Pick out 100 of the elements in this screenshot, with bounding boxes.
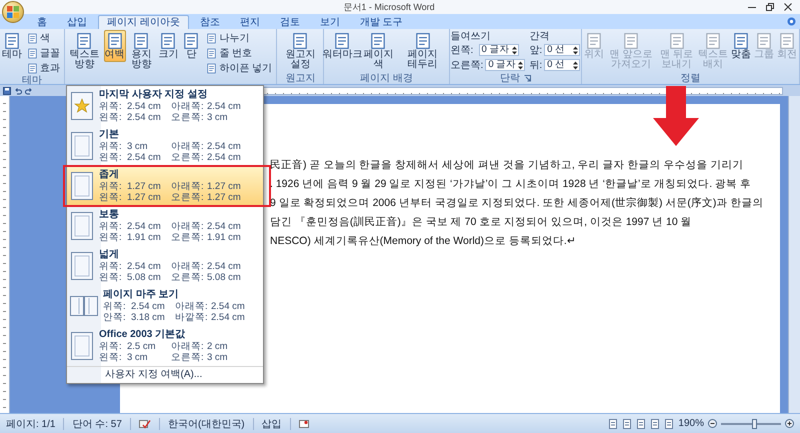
spin-field[interactable]: 0 선 bbox=[544, 44, 580, 56]
menu-item[interactable]: Office 2003 기본값 위쪽: 2.5 cm 아래쪽: 2 cm 왼쪽: 3 cm 오른쪽: 3 cm bbox=[67, 326, 263, 366]
ribbon-button[interactable]: 색 bbox=[24, 31, 63, 45]
page-icon bbox=[622, 32, 640, 50]
text-line: 담긴 『훈민정음(訓民正音)』은 국보 제 70 호로 지정되어 있으며, 이것은 1997 년 10 월 bbox=[270, 215, 692, 230]
undo-icon[interactable] bbox=[14, 86, 22, 94]
office-button[interactable] bbox=[2, 1, 24, 23]
macro-record-icon[interactable] bbox=[298, 418, 309, 428]
item-title: Office 2003 기본값 bbox=[99, 329, 186, 341]
zoom-slider-thumb[interactable] bbox=[752, 418, 757, 428]
page-count[interactable]: 페이지: 1/1 bbox=[6, 416, 56, 430]
zoom-in-icon[interactable] bbox=[785, 419, 794, 428]
menu-item[interactable]: 기본 위쪽: 3 cm 아래쪽: 2.54 cm 왼쪽: 2.54 cm 오른쪽: 2.54 cm bbox=[67, 126, 263, 166]
margin-value: 3.18 cm bbox=[131, 312, 166, 323]
spellcheck-icon[interactable] bbox=[138, 418, 151, 428]
help-icon[interactable] bbox=[787, 17, 796, 26]
redo-icon[interactable] bbox=[25, 86, 33, 94]
save-icon[interactable] bbox=[3, 86, 11, 94]
margin-label: 위쪽: bbox=[99, 141, 123, 152]
page-margins-icon bbox=[70, 171, 94, 201]
ribbon-tab[interactable]: 참조 bbox=[190, 15, 229, 29]
restore-icon[interactable] bbox=[766, 3, 774, 11]
margin-label: 오른쪽: bbox=[171, 112, 205, 123]
custom-margins-item[interactable]: 사용자 지정 여백(A)... bbox=[67, 366, 263, 383]
page-icon bbox=[132, 32, 150, 50]
ribbon-button[interactable]: 워터마크 bbox=[325, 30, 360, 62]
menu-item[interactable]: 넓게 위쪽: 2.54 cm 아래쪽: 2.54 cm 왼쪽: 5.08 cm 오른쪽: 5.08 cm bbox=[67, 246, 263, 286]
ribbon-tab[interactable]: 검토 bbox=[270, 15, 309, 29]
ribbon-tab[interactable]: 편지 bbox=[230, 15, 269, 29]
ribbon-tab[interactable]: 페이지 레이아웃 bbox=[98, 15, 189, 29]
zoom-out-icon[interactable] bbox=[708, 419, 717, 428]
margin-label: 아래쪽: bbox=[175, 301, 209, 312]
margin-label: 아래쪽: bbox=[171, 341, 205, 352]
margin-value: 2.54 cm bbox=[211, 312, 245, 323]
ribbon-button[interactable]: 용지 방향 bbox=[126, 30, 156, 72]
item-title: 보통 bbox=[99, 209, 120, 221]
ribbon-button[interactable]: 테마 bbox=[1, 30, 23, 62]
margin-label: 왼쪽: bbox=[99, 152, 123, 163]
close-icon[interactable] bbox=[784, 3, 792, 11]
view-mode-icon[interactable] bbox=[608, 418, 618, 428]
margin-label: 오른쪽: bbox=[171, 232, 205, 243]
view-mode-icon[interactable] bbox=[664, 418, 674, 428]
ribbon-button[interactable]: 단 bbox=[180, 30, 202, 62]
margin-value: 5.08 cm bbox=[207, 272, 241, 283]
margin-label: 바깥쪽: bbox=[175, 312, 209, 323]
ribbon-button[interactable]: 효과 bbox=[24, 61, 63, 75]
margin-label: 아래쪽: bbox=[171, 221, 205, 232]
margin-value: 2.54 cm bbox=[127, 112, 162, 123]
page-icon bbox=[585, 32, 604, 50]
vertical-scrollbar[interactable] bbox=[788, 96, 800, 413]
margin-value: 2.54 cm bbox=[207, 221, 241, 232]
insert-mode[interactable]: 삽입 bbox=[262, 416, 282, 430]
ribbon-button[interactable]: 원고지 설정 bbox=[278, 30, 322, 72]
margin-label: 오른쪽: bbox=[171, 352, 205, 363]
margin-value: 3 cm bbox=[127, 352, 149, 363]
margin-label: 왼쪽: bbox=[99, 352, 123, 363]
margin-value: 2.54 cm bbox=[127, 221, 162, 232]
margin-label: 오른쪽: bbox=[171, 272, 205, 283]
ribbon-button[interactable]: 하이픈 넣기 bbox=[203, 61, 276, 75]
ribbon-tab[interactable]: 보기 bbox=[310, 15, 349, 29]
page-icon bbox=[668, 32, 686, 50]
field-label: 왼쪽: bbox=[450, 44, 474, 57]
page-icon bbox=[27, 62, 38, 74]
ribbon-button[interactable]: 글꼴 bbox=[24, 46, 63, 60]
margin-value: 2 cm bbox=[207, 341, 228, 352]
margin-value: 1.27 cm bbox=[207, 181, 241, 192]
page-margins-icon bbox=[70, 131, 94, 161]
page-icon bbox=[704, 32, 722, 50]
spin-field[interactable]: 0 글자 bbox=[478, 44, 519, 56]
dialog-launcher-icon[interactable] bbox=[524, 75, 531, 82]
group-label: 테마 bbox=[22, 75, 42, 86]
ribbon-button[interactable]: 텍스트 방향 bbox=[66, 30, 102, 72]
ribbon-tab[interactable]: 삽입 bbox=[58, 15, 96, 29]
spin-field[interactable]: 0 선 bbox=[544, 59, 580, 71]
ribbon-tab[interactable]: 개발 도구 bbox=[350, 15, 412, 29]
ribbon-button[interactable]: 나누기 bbox=[203, 31, 276, 45]
menu-item[interactable]: 마지막 사용자 지정 설정 위쪽: 2.54 cm 아래쪽: 2.54 cm 왼쪽: 2.54 cm 오른쪽: 3 cm bbox=[67, 86, 263, 126]
margin-value: 3 cm bbox=[207, 352, 228, 363]
zoom-level[interactable]: 190% bbox=[678, 418, 704, 429]
ribbon-tab[interactable]: 홈 bbox=[28, 15, 56, 29]
view-mode-icon[interactable] bbox=[636, 418, 646, 428]
word-count[interactable]: 단어 수: 57 bbox=[72, 416, 122, 430]
section-title: 들여쓰기 bbox=[450, 31, 492, 42]
language-label[interactable]: 한국어(대한민국) bbox=[168, 416, 245, 430]
view-mode-icon[interactable] bbox=[622, 418, 632, 428]
menu-item[interactable]: 페이지 마주 보기 위쪽: 2.54 cm 아래쪽: 2.54 cm 안쪽: 3.18 cm 바깥쪽: 2.54 cm bbox=[67, 286, 263, 326]
menu-item[interactable]: 보통 위쪽: 2.54 cm 아래쪽: 2.54 cm 왼쪽: 1.91 cm 오른쪽: 1.91 cm bbox=[67, 206, 263, 246]
ribbon-button[interactable]: 페이지 테두리 bbox=[398, 30, 448, 72]
office-logo-icon bbox=[7, 6, 19, 18]
ribbon-button[interactable]: 여백 bbox=[104, 30, 126, 62]
spin-field[interactable]: 0 글자 bbox=[485, 59, 526, 71]
margin-label: 왼쪽: bbox=[99, 192, 123, 203]
ribbon-button[interactable]: 줄 번호 bbox=[203, 46, 276, 60]
ribbon-button[interactable]: 크기 bbox=[157, 30, 180, 62]
margin-value: 2.54 cm bbox=[211, 301, 245, 312]
ribbon-button[interactable]: 맞춤 bbox=[730, 30, 752, 62]
margin-value: 1.91 cm bbox=[127, 232, 162, 243]
margin-value: 1.91 cm bbox=[207, 232, 241, 243]
margin-value: 2.54 cm bbox=[131, 301, 166, 312]
view-mode-icon[interactable] bbox=[650, 418, 660, 428]
